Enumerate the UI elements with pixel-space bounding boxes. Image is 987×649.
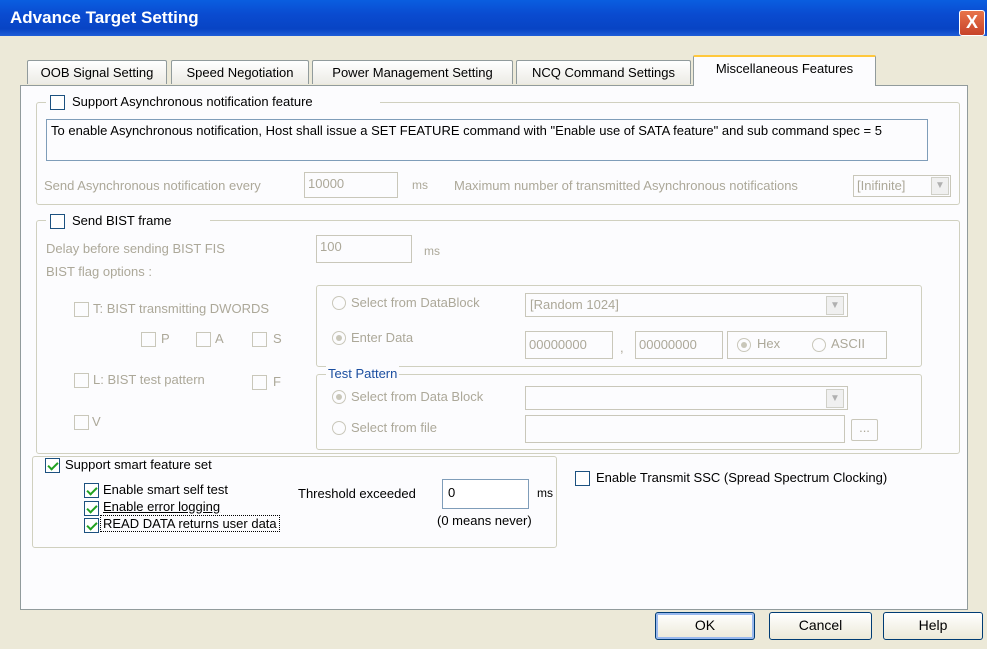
ok-button[interactable]: OK [655,612,755,640]
bist-p-checkbox[interactable] [141,332,156,347]
bist-flag-label: BIST flag options : [46,264,152,279]
bist-s-label: S [273,331,282,346]
async-label: Support Asynchronous notification featur… [72,94,313,109]
tab-miscellaneous-features[interactable]: Miscellaneous Features [693,55,876,86]
bist-s-checkbox[interactable] [252,332,267,347]
window-title: Advance Target Setting [10,8,199,27]
tab-power-management-setting[interactable]: Power Management Setting [312,60,513,84]
bist-a-label: A [215,331,224,346]
ssc-label: Enable Transmit SSC (Spread Spectrum Clo… [596,470,888,485]
bist-a-checkbox[interactable] [196,332,211,347]
bist-l-checkbox[interactable] [74,373,89,388]
select-file-label: Select from file [351,420,437,435]
select-data-block-label: Select from Data Block [351,389,484,404]
data2-input[interactable]: 00000000 [635,331,723,359]
datablock-select[interactable]: [Random 1024] [525,293,848,317]
async-every-input[interactable]: 10000 [304,172,398,198]
async-max-label: Maximum number of transmitted Asynchrono… [454,178,798,193]
threshold-label: Threshold exceeded [298,486,416,501]
bist-v-label: V [92,414,101,429]
bist-l-label: L: BIST test pattern [93,372,205,387]
data-comma: , [620,340,624,355]
bist-delay-input[interactable]: 100 [316,235,412,263]
select-datablock-radio[interactable] [332,296,346,310]
hex-radio[interactable] [737,338,751,352]
error-logging-checkbox[interactable] [84,501,99,516]
ssc-checkbox[interactable] [575,471,590,486]
threshold-unit: ms [537,486,553,500]
test-pattern-label: Test Pattern [326,366,400,381]
smart-self-test-label: Enable smart self test [103,482,228,497]
tab-speed-negotiation[interactable]: Speed Negotiation [171,60,309,84]
async-every-label: Send Asynchronous notification every [44,178,261,193]
read-data-label: READ DATA returns user data [100,515,280,532]
help-button[interactable]: Help [883,612,983,640]
bist-f-checkbox[interactable] [252,375,267,390]
bist-label: Send BIST frame [72,213,172,228]
pattern-datablock-select[interactable] [525,386,848,410]
hex-label: Hex [757,336,781,351]
chevron-down-icon[interactable]: ▼ [826,389,844,408]
smart-label: Support smart feature set [65,457,212,472]
data1-input[interactable]: 00000000 [525,331,613,359]
chevron-down-icon[interactable]: ▼ [826,296,844,315]
async-info-text: To enable Asynchronous notification, Hos… [46,119,928,161]
chevron-down-icon[interactable]: ▼ [931,177,949,195]
ascii-label: ASCII [831,336,865,351]
error-logging-label: Enable error logging [103,499,221,514]
threshold-note: (0 means never) [437,513,532,528]
bist-delay-unit: ms [424,244,440,258]
bist-t-label: T: BIST transmitting DWORDS [93,301,270,316]
async-checkbox[interactable] [50,95,65,110]
datablock-value: [Random 1024] [530,297,619,312]
bist-t-checkbox[interactable] [74,302,89,317]
async-max-value: [Inifinite] [857,178,906,193]
smart-checkbox[interactable] [45,458,60,473]
smart-self-test-checkbox[interactable] [84,483,99,498]
tab-ncq-command-settings[interactable]: NCQ Command Settings [516,60,691,84]
close-button[interactable]: X [959,10,985,36]
select-data-block-radio[interactable] [332,390,346,404]
bist-v-checkbox[interactable] [74,415,89,430]
select-file-radio[interactable] [332,421,346,435]
enter-data-label: Enter Data [351,330,414,345]
read-data-checkbox[interactable] [84,518,99,533]
enter-data-radio[interactable] [332,331,346,345]
threshold-input[interactable]: 0 [442,479,529,509]
bist-p-label: P [161,331,170,346]
bist-delay-label: Delay before sending BIST FIS [46,241,225,256]
ascii-radio[interactable] [812,338,826,352]
browse-button[interactable]: ... [851,419,878,441]
tab-oob-signal-setting[interactable]: OOB Signal Setting [27,60,167,84]
close-icon: X [965,12,978,32]
cancel-button[interactable]: Cancel [769,612,872,640]
async-every-unit: ms [412,178,428,192]
bist-checkbox[interactable] [50,214,65,229]
select-datablock-label: Select from DataBlock [351,295,480,310]
bist-f-label: F [273,374,281,389]
file-path-input[interactable] [525,415,845,443]
